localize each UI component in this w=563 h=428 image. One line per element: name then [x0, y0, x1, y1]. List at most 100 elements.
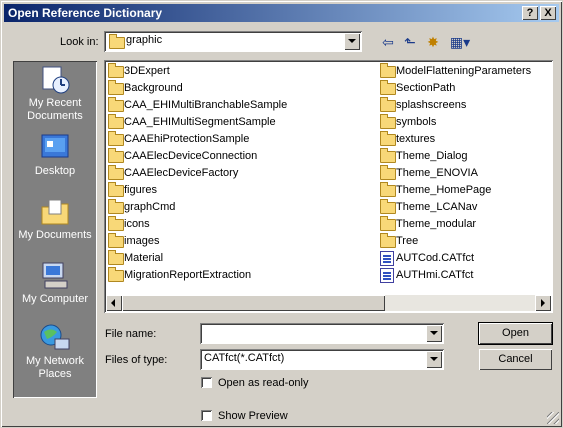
- place-my-documents[interactable]: My Documents: [13, 197, 97, 242]
- item-label: CAA_EHIMultiBranchableSample: [124, 99, 288, 111]
- item-label: CAA_EHIMultiSegmentSample: [124, 116, 276, 128]
- close-button[interactable]: X: [540, 6, 556, 20]
- place-label: My Recent Documents: [27, 97, 83, 122]
- file-name-dropdown[interactable]: [424, 323, 444, 344]
- folder-icon: [108, 148, 124, 163]
- place-label: Desktop: [34, 165, 76, 177]
- folder-icon: [108, 216, 124, 231]
- item-label: Theme_ENOVIA: [396, 167, 478, 179]
- item-label: Theme_LCANav: [396, 201, 478, 213]
- place-label: My Network Places: [25, 355, 85, 380]
- file-type-label: Files of type:: [105, 354, 168, 366]
- item-label: Theme_Dialog: [396, 150, 468, 162]
- item-label: graphCmd: [124, 201, 176, 213]
- folder-icon: [380, 63, 396, 78]
- item-label: AUTHmi.CATfct: [396, 269, 474, 281]
- folder-icon: [108, 80, 124, 95]
- folder-icon: [380, 165, 396, 180]
- folder-icon: [108, 97, 124, 112]
- open-reference-dictionary-dialog: Open Reference Dictionary ? X Look in: g…: [0, 0, 563, 428]
- desktop-icon: [39, 133, 71, 163]
- show-preview-label: Show Preview: [218, 410, 288, 422]
- scroll-right-button[interactable]: [535, 295, 551, 311]
- folder-icon: [380, 148, 396, 163]
- look-in-label: Look in:: [60, 36, 99, 48]
- show-preview-checkbox[interactable]: [201, 410, 212, 421]
- item-label: 3DExpert: [124, 65, 170, 77]
- item-label: SectionPath: [396, 82, 456, 94]
- read-only-checkbox[interactable]: [201, 377, 212, 388]
- folder-icon: [108, 233, 124, 248]
- place-desktop[interactable]: Desktop: [13, 133, 97, 178]
- horizontal-scrollbar[interactable]: [106, 295, 551, 311]
- folder-icon: [380, 97, 396, 112]
- item-label: CAAElecDeviceFactory: [124, 167, 239, 179]
- folder-icon: [109, 34, 125, 49]
- folder-icon: [380, 131, 396, 146]
- folder-icon: [108, 114, 124, 129]
- place-my-network[interactable]: My Network Places: [13, 323, 97, 381]
- file-type-combo[interactable]: CATfct(*.CATfct): [200, 349, 444, 370]
- scroll-thumb[interactable]: [122, 295, 385, 311]
- places-bar: My Recent Documents Desktop My Documents…: [13, 61, 97, 398]
- chevron-down-icon[interactable]: [426, 325, 442, 342]
- folder-icon: [380, 114, 396, 129]
- folder-icon: [380, 80, 396, 95]
- item-label: Theme_HomePage: [396, 184, 492, 196]
- chevron-down-icon[interactable]: [344, 33, 360, 50]
- look-in-value: graphic: [126, 34, 163, 46]
- item-label: CAAEhiProtectionSample: [124, 133, 250, 145]
- look-in-combo[interactable]: graphic: [104, 31, 362, 52]
- file-name-label: File name:: [105, 328, 157, 340]
- new-folder-icon[interactable]: ✸: [424, 34, 442, 50]
- item-label: Tree: [396, 235, 419, 247]
- catfct-file-icon: [380, 251, 394, 266]
- item-label: splashscreens: [396, 99, 467, 111]
- place-label: My Computer: [21, 293, 89, 305]
- file-type-value: CATfct(*.CATfct): [204, 352, 285, 364]
- folder-icon: [108, 250, 124, 265]
- folder-icon: [108, 63, 124, 78]
- item-label: AUTCod.CATfct: [396, 252, 475, 264]
- place-recent-documents[interactable]: My Recent Documents: [13, 65, 97, 123]
- file-list[interactable]: 3DExpert Background CAA_EHIMultiBranchable…: [104, 60, 553, 313]
- place-my-computer[interactable]: My Computer: [13, 261, 97, 306]
- file-name-combo[interactable]: [200, 323, 444, 344]
- folder-icon: [380, 199, 396, 214]
- cancel-button[interactable]: Cancel: [479, 349, 552, 370]
- back-icon[interactable]: ⇦: [379, 34, 397, 50]
- item-label: CAAElecDeviceConnection: [124, 150, 258, 162]
- resize-grip[interactable]: [547, 412, 559, 424]
- read-only-label: Open as read-only: [218, 377, 309, 389]
- up-folder-icon[interactable]: ⬑: [401, 34, 419, 50]
- item-label: icons: [124, 218, 150, 230]
- folder-icon: [108, 267, 124, 282]
- item-label: Background: [124, 82, 183, 94]
- item-label: figures: [124, 184, 158, 196]
- folder-icon: [108, 165, 124, 180]
- item-label: images: [124, 235, 160, 247]
- arrow-right-icon: [541, 299, 545, 307]
- arrow-left-icon: [111, 299, 115, 307]
- my-computer-icon: [39, 261, 71, 291]
- item-label: MigrationReportExtraction: [124, 269, 252, 281]
- chevron-down-icon[interactable]: [426, 351, 442, 368]
- item-label: Theme_modular: [396, 218, 477, 230]
- dialog-title: Open Reference Dictionary: [8, 6, 163, 20]
- folder-icon: [380, 216, 396, 231]
- item-label: Material: [124, 252, 164, 264]
- my-documents-icon: [39, 197, 71, 227]
- open-button[interactable]: Open: [478, 322, 553, 345]
- title-bar[interactable]: Open Reference Dictionary ? X: [4, 4, 559, 22]
- item-label: ModelFlatteningParameters: [396, 65, 532, 77]
- views-menu-icon[interactable]: ▦▾: [447, 34, 473, 50]
- item-label: textures: [396, 133, 436, 145]
- scroll-left-button[interactable]: [106, 295, 122, 311]
- recent-documents-icon: [39, 65, 71, 95]
- network-places-icon: [39, 323, 71, 353]
- folder-icon: [108, 199, 124, 214]
- help-button[interactable]: ?: [522, 6, 538, 20]
- place-label: My Documents: [18, 229, 92, 241]
- folder-icon: [380, 182, 396, 197]
- folder-icon: [108, 182, 124, 197]
